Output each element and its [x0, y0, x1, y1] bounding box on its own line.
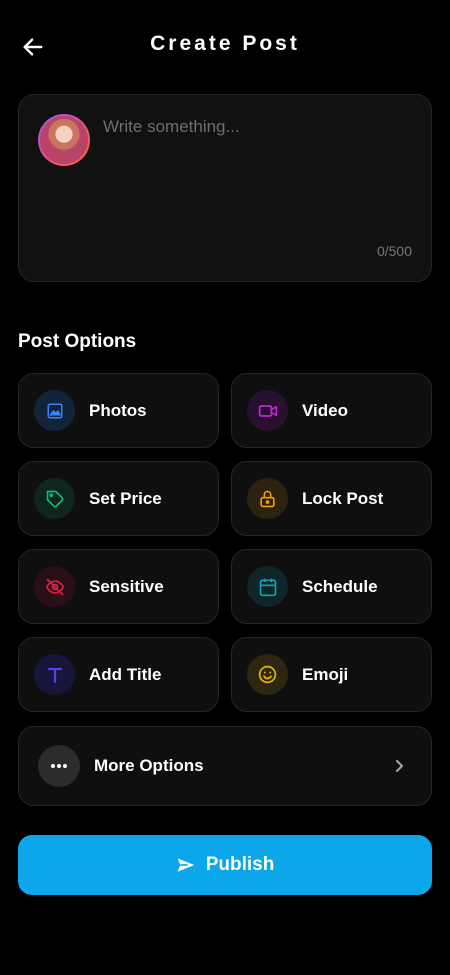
- more-options-label: More Options: [94, 756, 204, 775]
- sensitive-option[interactable]: Sensitive: [18, 549, 219, 624]
- set-price-label: Set Price: [89, 488, 162, 508]
- eye-off-icon: [34, 566, 75, 607]
- lock-post-label: Lock Post: [302, 488, 384, 508]
- post-text-input[interactable]: [103, 117, 413, 237]
- tag-icon: [34, 478, 75, 519]
- video-icon: [247, 390, 288, 431]
- sensitive-label: Sensitive: [89, 576, 164, 596]
- user-avatar: [40, 116, 88, 164]
- video-option[interactable]: Video: [231, 373, 432, 448]
- avatar: [38, 114, 90, 166]
- send-icon: [177, 858, 195, 872]
- publish-label: Publish: [205, 854, 275, 875]
- emoji-label: Emoji: [302, 664, 349, 684]
- set-price-option[interactable]: Set Price: [18, 461, 219, 536]
- schedule-option[interactable]: Schedule: [231, 549, 432, 624]
- lock-icon: [247, 478, 288, 519]
- more-options-button[interactable]: More Options: [18, 726, 432, 806]
- title-t-icon: [34, 654, 75, 695]
- post-composer: 0/500: [18, 94, 432, 282]
- smiley-icon: [247, 654, 288, 695]
- chevron-right-icon: [394, 757, 406, 780]
- calendar-icon: [247, 566, 288, 607]
- publish-button[interactable]: Publish: [18, 835, 432, 895]
- emoji-option[interactable]: Emoji: [231, 637, 432, 712]
- lock-post-option[interactable]: Lock Post: [231, 461, 432, 536]
- add-title-label: Add Title: [89, 664, 162, 684]
- image-icon: [34, 390, 75, 431]
- post-options-heading: Post Options: [18, 331, 137, 352]
- photos-option[interactable]: Photos: [18, 373, 219, 448]
- photos-label: Photos: [89, 400, 147, 420]
- post-options-grid: Photos Video Set Price Lock Post Sensiti…: [18, 373, 432, 712]
- add-title-option[interactable]: Add Title: [18, 637, 219, 712]
- schedule-label: Schedule: [302, 576, 378, 596]
- page-title: Create Post: [150, 32, 300, 55]
- video-label: Video: [302, 400, 348, 420]
- character-counter: 0/500: [376, 243, 412, 259]
- more-dots-icon: [38, 745, 80, 787]
- top-bar: Create Post: [0, 20, 450, 72]
